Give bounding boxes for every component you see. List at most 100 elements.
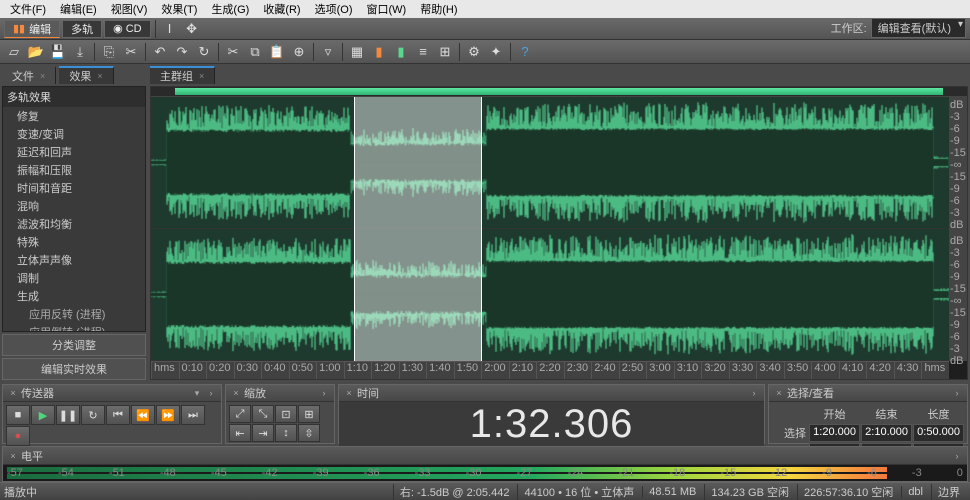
sel-len[interactable]: 0:50.000: [913, 424, 964, 442]
menu-view[interactable]: 视图(V): [105, 1, 154, 17]
tool-move-icon[interactable]: ✥: [182, 19, 202, 39]
close-icon[interactable]: ×: [7, 450, 19, 462]
menu-icon[interactable]: ▾: [191, 387, 203, 399]
side-btn-sort[interactable]: 分类调整: [2, 334, 146, 356]
zoom-in-v-icon[interactable]: ↕: [275, 424, 297, 442]
fx-subitem[interactable]: 应用反转 (进程): [3, 305, 145, 323]
menu-window[interactable]: 窗口(W): [361, 1, 413, 17]
selection-region[interactable]: [354, 97, 482, 361]
save-file-icon[interactable]: 💾: [48, 42, 68, 62]
forward-button[interactable]: ⏩: [156, 405, 180, 425]
menu-generate[interactable]: 生成(G): [205, 1, 255, 17]
sidebar: 文件× 效果× 多轨效果 修复 变速/变调 延迟和回声 振幅和压限 时间和音距 …: [0, 64, 148, 382]
pause-button[interactable]: ❚❚: [56, 405, 80, 425]
fx-item[interactable]: 特殊: [3, 233, 145, 251]
skip-start-button[interactable]: ⏮: [106, 405, 130, 425]
chevron-icon[interactable]: ›: [748, 387, 760, 399]
fx-item[interactable]: 滤波和均衡: [3, 215, 145, 233]
help-icon[interactable]: ?: [515, 42, 535, 62]
waveform-channel-right[interactable]: [151, 229, 949, 360]
sel-start[interactable]: 1:20.000: [809, 424, 860, 442]
close-icon[interactable]: ×: [7, 387, 19, 399]
skip-end-button[interactable]: ⏭: [181, 405, 205, 425]
zoom-in-left-icon[interactable]: ⇤: [229, 424, 251, 442]
cut-icon[interactable]: ✂: [223, 42, 243, 62]
rewind-button[interactable]: ⏪: [131, 405, 155, 425]
repeat-icon[interactable]: ↻: [194, 42, 214, 62]
settings-icon[interactable]: ⚙: [464, 42, 484, 62]
menu-favorites[interactable]: 收藏(R): [257, 1, 306, 17]
fx-item[interactable]: 生成: [3, 287, 145, 305]
waveform-channel-left[interactable]: [151, 97, 949, 228]
tool-a-icon[interactable]: ▮: [369, 42, 389, 62]
toggle-icon[interactable]: ⊞: [435, 42, 455, 62]
side-btn-realtime[interactable]: 编辑实时效果: [2, 358, 146, 380]
stop-button[interactable]: ■: [6, 405, 30, 425]
mode-edit[interactable]: ▮▮编辑: [4, 20, 60, 38]
copy-new-icon[interactable]: ⎘: [99, 42, 119, 62]
new-file-icon[interactable]: ▱: [4, 42, 24, 62]
close-icon[interactable]: ×: [773, 387, 785, 399]
tab-files[interactable]: 文件×: [2, 66, 56, 84]
redo-icon[interactable]: ↷: [172, 42, 192, 62]
record-button[interactable]: ●: [6, 426, 30, 446]
waveform-display[interactable]: dB-3-6-9-15-∞-15-9-6-3dB dB-3-6-9-15-∞-1…: [150, 86, 968, 380]
status-bar: 播放中 右: -1.5dB @ 2:05.442 44100 • 16 位 • …: [0, 482, 970, 500]
mode-cd[interactable]: ◉CD: [104, 20, 151, 38]
zoom-full-icon[interactable]: ⊡: [275, 405, 297, 423]
fx-item[interactable]: 修复: [3, 107, 145, 125]
play-loop-button[interactable]: ↻: [81, 405, 105, 425]
play-button[interactable]: ▶: [31, 405, 55, 425]
effects-tree[interactable]: 多轨效果 修复 变速/变调 延迟和回声 振幅和压限 时间和音距 混响 滤波和均衡…: [2, 86, 146, 332]
menu-options[interactable]: 选项(O): [309, 1, 359, 17]
zoom-out-h-icon[interactable]: ⤡: [252, 405, 274, 423]
fx-item[interactable]: 混响: [3, 197, 145, 215]
chevron-icon[interactable]: ›: [951, 450, 963, 462]
zoom-in-h-icon[interactable]: ⤢: [229, 405, 251, 423]
wand-icon[interactable]: ✦: [486, 42, 506, 62]
chevron-icon[interactable]: ›: [205, 387, 217, 399]
extract-icon[interactable]: ⤓: [70, 42, 90, 62]
spectral-icon[interactable]: ≡: [413, 42, 433, 62]
mode-multitrack[interactable]: 多轨: [62, 20, 102, 38]
fx-group[interactable]: 多轨效果: [3, 87, 145, 107]
sel-end[interactable]: 2:10.000: [861, 424, 912, 442]
zoom-sel-icon[interactable]: ⊞: [298, 405, 320, 423]
status-snap[interactable]: 边界: [931, 484, 966, 500]
copy-icon[interactable]: ⧉: [245, 42, 265, 62]
close-icon[interactable]: ×: [343, 387, 355, 399]
fx-item[interactable]: 调制: [3, 269, 145, 287]
mix-paste-icon[interactable]: ⊕: [289, 42, 309, 62]
status-timefree: 226:57:36.10 空闲: [797, 484, 899, 500]
zoom-in-right-icon[interactable]: ⇥: [252, 424, 274, 442]
tool-b-icon[interactable]: ▮: [391, 42, 411, 62]
chevron-icon[interactable]: ›: [318, 387, 330, 399]
tab-effects[interactable]: 效果×: [59, 66, 113, 84]
time-ruler[interactable]: hms0:100:200:300:400:501:001:101:201:301…: [151, 361, 949, 379]
fx-item[interactable]: 时间和音距: [3, 179, 145, 197]
zoom-out-v-icon[interactable]: ⇳: [298, 424, 320, 442]
fx-item[interactable]: 变速/变调: [3, 125, 145, 143]
menu-edit[interactable]: 编辑(E): [54, 1, 103, 17]
paste-icon[interactable]: 📋: [267, 42, 287, 62]
workspace-dropdown[interactable]: 编辑查看(默认): [871, 18, 966, 38]
wave-tab[interactable]: 主群组×: [150, 66, 215, 84]
fx-item[interactable]: 立体声声像: [3, 251, 145, 269]
fx-item[interactable]: 延迟和回声: [3, 143, 145, 161]
fx-subitem[interactable]: 应用倒转 (进程): [3, 323, 145, 332]
fx-item[interactable]: 振幅和压限: [3, 161, 145, 179]
status-mode[interactable]: dbl: [901, 486, 929, 498]
marker-icon[interactable]: ▿: [318, 42, 338, 62]
chevron-icon[interactable]: ›: [951, 387, 963, 399]
menu-help[interactable]: 帮助(H): [414, 1, 463, 17]
undo-icon[interactable]: ↶: [150, 42, 170, 62]
group-icon[interactable]: ▦: [347, 42, 367, 62]
menu-file[interactable]: 文件(F): [4, 1, 52, 17]
menu-effects[interactable]: 效果(T): [155, 1, 203, 17]
open-file-icon[interactable]: 📂: [26, 42, 46, 62]
tool-ibeam-icon[interactable]: I: [160, 19, 180, 39]
time-panel: ×时间› 1:32.306: [338, 384, 765, 444]
trim-icon[interactable]: ✂: [121, 42, 141, 62]
overview-bar[interactable]: [151, 87, 967, 97]
close-icon[interactable]: ×: [230, 387, 242, 399]
